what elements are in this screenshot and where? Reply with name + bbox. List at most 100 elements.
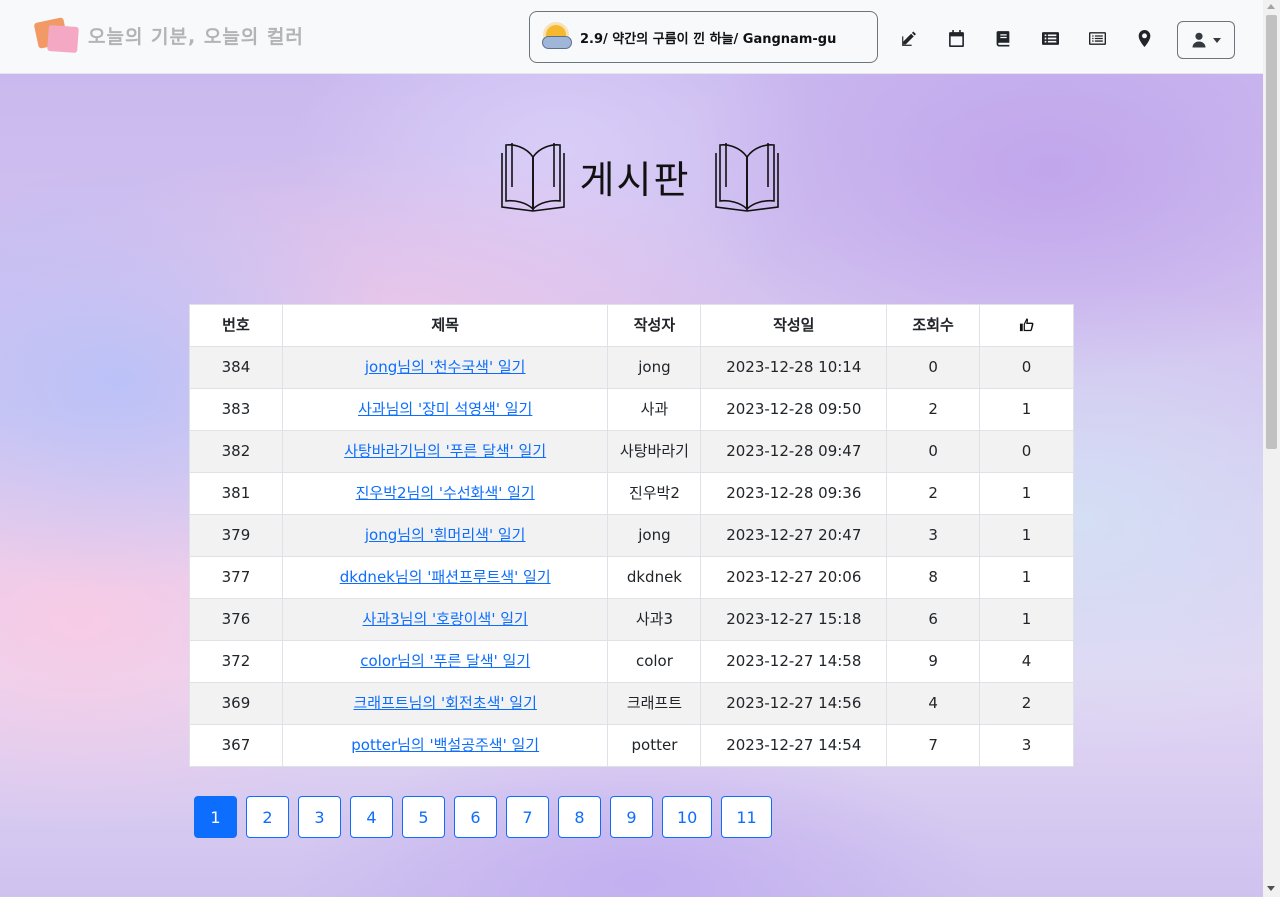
cell-author: color (607, 640, 702, 683)
table-row: 372 color님의 '푸른 달색' 일기 color 2023-12-27 14:… (189, 640, 1074, 683)
scroll-up-arrow-icon[interactable] (1267, 4, 1275, 9)
post-title-link[interactable]: 사탕바라기님의 '푸른 달색' 일기 (344, 442, 546, 460)
cell-likes: 0 (979, 346, 1074, 389)
table-row: 376 사과3님의 '호랑이색' 일기 사과3 2023-12-27 15:18 6 1 (189, 598, 1074, 641)
weather-widget[interactable]: 2.9/ 약간의 구름이 낀 하늘/ Gangnam-gu (529, 11, 878, 63)
cell-likes: 1 (979, 598, 1074, 641)
post-title-link[interactable]: jong님의 '흰머리색' 일기 (365, 526, 526, 544)
cell-views: 9 (886, 640, 981, 683)
brand-link[interactable]: 오늘의 기분, 오늘의 컬러 (33, 15, 304, 55)
column-header-no: 번호 (189, 304, 283, 347)
cell-author: 사과3 (607, 598, 702, 641)
page-button[interactable]: 7 (506, 796, 549, 838)
user-menu-button[interactable] (1177, 21, 1235, 59)
cell-no: 372 (189, 640, 283, 683)
page-button[interactable]: 4 (350, 796, 393, 838)
page-button[interactable]: 10 (662, 796, 713, 838)
book-icon[interactable] (984, 22, 1022, 54)
cell-views: 2 (886, 388, 981, 431)
table-row: 382 사탕바라기님의 '푸른 달색' 일기 사탕바라기 2023-12-28 09:… (189, 430, 1074, 473)
page-button[interactable]: 2 (246, 796, 289, 838)
cell-date: 2023-12-28 09:47 (700, 430, 888, 473)
cell-date: 2023-12-28 09:36 (700, 472, 888, 515)
vertical-scrollbar[interactable] (1263, 0, 1280, 897)
column-header-author: 작성자 (607, 304, 702, 347)
cell-likes: 1 (979, 388, 1074, 431)
column-header-title: 제목 (281, 304, 609, 347)
post-title-link[interactable]: jong님의 '천수국색' 일기 (365, 358, 526, 376)
cell-views: 6 (886, 598, 981, 641)
cell-no: 381 (189, 472, 283, 515)
chevron-down-icon (1213, 37, 1221, 43)
cell-views: 4 (886, 682, 981, 725)
partly-cloudy-icon (540, 22, 578, 52)
brand-title: 오늘의 기분, 오늘의 컬러 (88, 25, 304, 48)
cell-views: 3 (886, 514, 981, 557)
cell-no: 382 (189, 430, 283, 473)
cell-date: 2023-12-27 20:47 (700, 514, 888, 557)
cell-no: 384 (189, 346, 283, 389)
list-outline-icon[interactable] (1078, 22, 1116, 54)
cell-title: 사과님의 '장미 석영색' 일기 (281, 388, 609, 431)
list-alt-icon[interactable] (1031, 22, 1069, 54)
column-header-views: 조회수 (886, 304, 981, 347)
cell-date: 2023-12-27 14:54 (700, 724, 888, 767)
cell-views: 0 (886, 346, 981, 389)
page-button[interactable]: 9 (610, 796, 653, 838)
post-title-link[interactable]: 사과3님의 '호랑이색' 일기 (363, 610, 528, 628)
table-row: 379 jong님의 '흰머리색' 일기 jong 2023-12-27 20:47 3… (189, 514, 1074, 557)
cell-author: 사탕바라기 (607, 430, 702, 473)
page-title-row: 게시판 (490, 138, 790, 214)
cell-no: 367 (189, 724, 283, 767)
table-header-row: 번호 제목 작성자 작성일 조회수 (189, 304, 1074, 347)
post-title-link[interactable]: 크래프트님의 '회전초색' 일기 (353, 694, 536, 712)
cell-author: potter (607, 724, 702, 767)
cell-no: 369 (189, 682, 283, 725)
cell-author: 사과 (607, 388, 702, 431)
pagination: 1 2 3 4 5 6 7 8 9 10 11 (194, 796, 781, 838)
page-button[interactable]: 8 (558, 796, 601, 838)
table-row: 367 potter님의 '백설공주색' 일기 potter 2023-12-27 1… (189, 724, 1074, 767)
cell-date: 2023-12-27 14:56 (700, 682, 888, 725)
cell-author: 진우박2 (607, 472, 702, 515)
cell-views: 0 (886, 430, 981, 473)
thumbs-up-icon (1019, 318, 1034, 332)
post-title-link[interactable]: 진우박2님의 '수선화색' 일기 (356, 484, 535, 502)
page-button[interactable]: 5 (402, 796, 445, 838)
cell-author: 크래프트 (607, 682, 702, 725)
cell-likes: 2 (979, 682, 1074, 725)
scrollbar-thumb[interactable] (1266, 15, 1277, 449)
cell-views: 7 (886, 724, 981, 767)
page-button[interactable]: 11 (721, 796, 772, 838)
cell-likes: 0 (979, 430, 1074, 473)
table-row: 369 크래프트님의 '회전초색' 일기 크래프트 2023-12-27 14:56 4… (189, 682, 1074, 725)
cell-title: jong님의 '흰머리색' 일기 (281, 514, 609, 557)
cell-likes: 3 (979, 724, 1074, 767)
open-book-icon (715, 143, 780, 212)
cell-author: jong (607, 346, 702, 389)
cell-no: 376 (189, 598, 283, 641)
page-button[interactable]: 3 (298, 796, 341, 838)
cell-date: 2023-12-28 09:50 (700, 388, 888, 431)
page-title: 게시판 (579, 157, 691, 202)
post-title-link[interactable]: color님의 '푸른 달색' 일기 (360, 652, 530, 670)
cell-title: 사탕바라기님의 '푸른 달색' 일기 (281, 430, 609, 473)
cell-title: dkdnek님의 '패션프루트색' 일기 (281, 556, 609, 599)
post-title-link[interactable]: dkdnek님의 '패션프루트색' 일기 (340, 568, 551, 586)
table-row: 377 dkdnek님의 '패션프루트색' 일기 dkdnek 2023-12-27 … (189, 556, 1074, 599)
cell-views: 8 (886, 556, 981, 599)
cell-views: 2 (886, 472, 981, 515)
post-title-link[interactable]: 사과님의 '장미 석영색' 일기 (358, 400, 532, 418)
edit-icon[interactable] (890, 22, 928, 54)
post-title-link[interactable]: potter님의 '백설공주색' 일기 (351, 736, 539, 754)
scroll-down-arrow-icon[interactable] (1267, 886, 1275, 891)
cell-likes: 1 (979, 556, 1074, 599)
brand-logo-icon (33, 16, 80, 54)
page-button[interactable]: 6 (454, 796, 497, 838)
calendar-icon[interactable] (937, 22, 975, 54)
cell-date: 2023-12-28 10:14 (700, 346, 888, 389)
page-button[interactable]: 1 (194, 796, 237, 838)
table-row: 383 사과님의 '장미 석영색' 일기 사과 2023-12-28 09:50 2 1 (189, 388, 1074, 431)
location-pin-icon[interactable] (1125, 22, 1163, 54)
cell-date: 2023-12-27 14:58 (700, 640, 888, 683)
